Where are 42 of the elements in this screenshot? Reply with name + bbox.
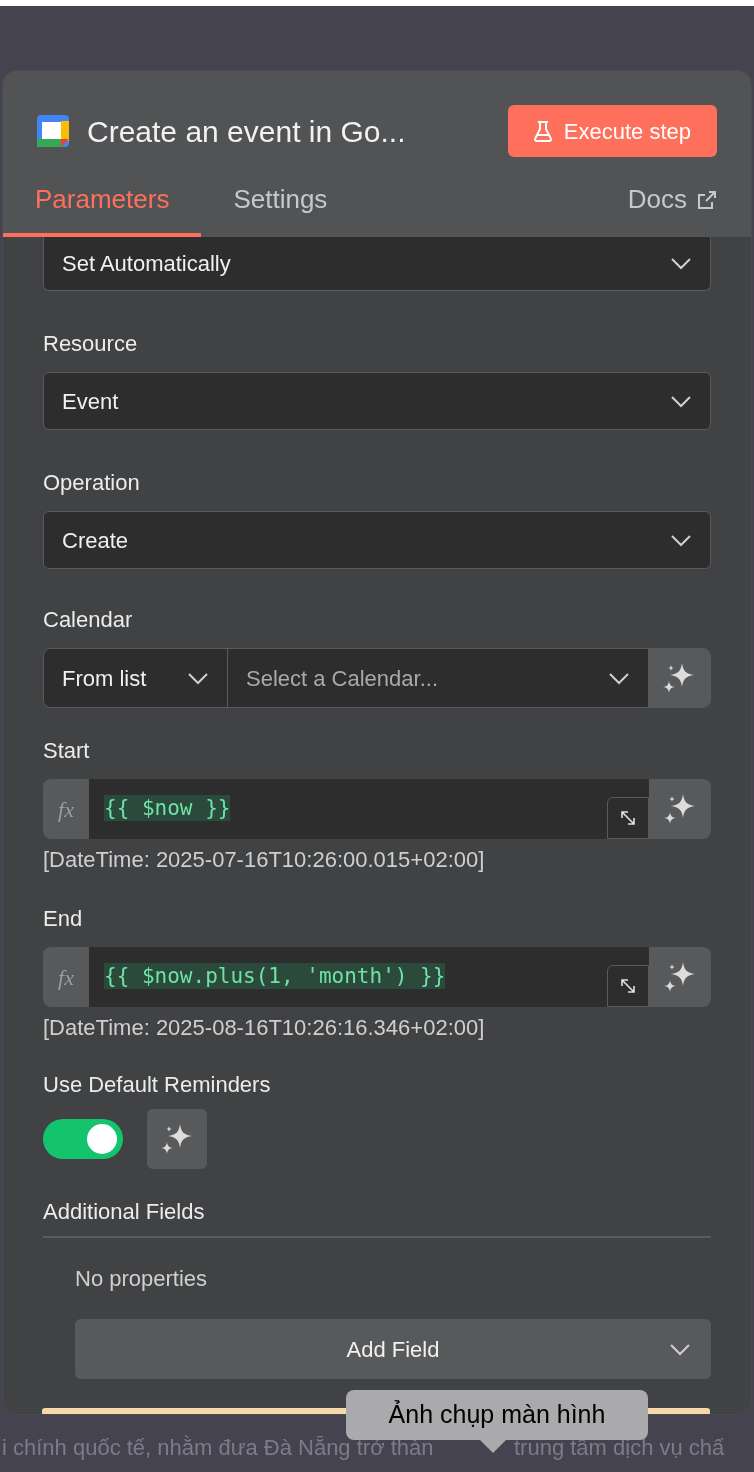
expand-button[interactable]: [607, 797, 649, 839]
expression-field[interactable]: {{ $now.plus(1, 'month') }}: [89, 947, 649, 1007]
chevron-icon: [670, 257, 692, 270]
chevron-icon: [670, 394, 692, 408]
field-label: Resource: [43, 330, 139, 358]
select-value: Set Automatically: [62, 250, 231, 278]
field-label: Calendar: [43, 606, 134, 634]
expand-icon: [620, 978, 636, 994]
toggle-switch[interactable]: [43, 1119, 123, 1159]
tab[interactable]: Settings: [201, 180, 360, 237]
chevron-icon: [670, 533, 692, 547]
select-field[interactable]: Set Automatically: [43, 237, 711, 291]
field-label: Operation: [43, 469, 141, 497]
fx-label: fx: [43, 947, 89, 1007]
field-hint: [DateTime: 2025-08-16T10:26:16.346+02:00]: [43, 1014, 486, 1042]
field-label: Additional Fields: [43, 1198, 206, 1226]
expression-code: {{ $now.plus(1, 'month') }}: [104, 963, 446, 989]
chevron-icon: [669, 1342, 691, 1356]
ai-sparkle-button[interactable]: [649, 779, 711, 839]
expression-field[interactable]: {{ $now }}: [89, 779, 649, 839]
field-label: Start: [43, 737, 91, 765]
field-label: End: [43, 905, 84, 933]
fx-label: fx: [43, 779, 89, 839]
external-link-icon: [697, 189, 717, 210]
tooltip-pointer: [479, 1439, 507, 1453]
expand-button[interactable]: [607, 965, 649, 1007]
select-field[interactable]: Event: [43, 372, 711, 430]
select-value: Event: [62, 387, 119, 416]
field-label: Use Default Reminders: [43, 1071, 272, 1099]
ai-sparkle-button[interactable]: [649, 947, 711, 1007]
select-value: Create: [62, 526, 129, 555]
ai-sparkle-button[interactable]: [147, 1109, 207, 1169]
node-title: Create an event in Go...: [87, 113, 406, 150]
add-field-button[interactable]: Add Field: [75, 1319, 711, 1379]
expression-code: {{ $now }}: [104, 795, 231, 821]
select-field[interactable]: Create: [43, 511, 711, 569]
field-hint: [DateTime: 2025-07-16T10:26:00.015+02:00]: [43, 846, 486, 874]
calendar-icon: [35, 113, 71, 149]
flask-icon: [533, 120, 552, 142]
empty-text: No properties: [75, 1265, 209, 1293]
docs-link[interactable]: Docs: [627, 180, 717, 237]
expand-icon: [620, 810, 636, 826]
